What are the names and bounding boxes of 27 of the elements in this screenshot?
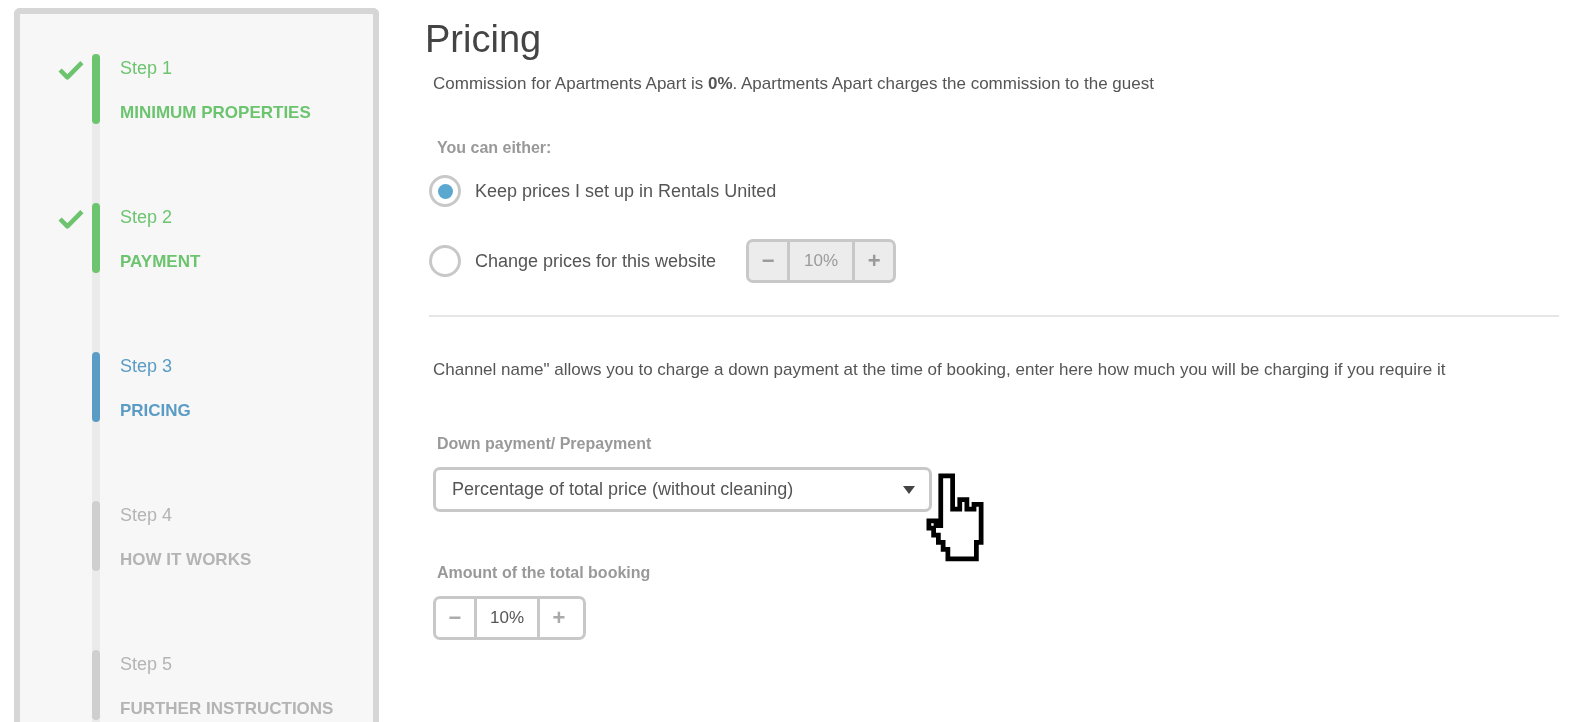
step-label[interactable]: Step 1 (120, 58, 311, 79)
step-title[interactable]: MINIMUM PROPERTIES (120, 103, 311, 123)
amount-stepper[interactable]: − 10% + (433, 596, 586, 640)
caret-icon (903, 485, 915, 494)
stepper-value: 10% (787, 242, 856, 280)
step-title[interactable]: PAYMENT (120, 252, 201, 272)
increment-button[interactable]: + (540, 599, 578, 637)
step-title[interactable]: HOW IT WORKS (120, 550, 252, 570)
step-label[interactable]: Step 2 (120, 207, 201, 228)
field-label: Down payment/ Prepayment (437, 435, 653, 453)
commission-text: Commission for Apartments Apart is 0%. Apartments Apart charges the commission to the guest (432, 73, 1155, 95)
down-payment-dropdown[interactable]: Percentage of total price (without cleaning) (433, 467, 932, 512)
radio-button[interactable] (429, 175, 461, 207)
radio-label[interactable]: Change prices for this website (475, 250, 717, 272)
step-title[interactable]: PRICING (120, 401, 191, 421)
step-label[interactable]: Step 3 (120, 356, 191, 377)
page-heading: Pricing (425, 18, 543, 61)
down-payment-description: Channel name" allows you to charge a down payment at the time of booking, enter here how much you will be charging if you require it (432, 359, 1447, 381)
radio-button[interactable] (429, 245, 461, 277)
field-label: Amount of the total booking (437, 564, 652, 582)
options-label: You can either: (437, 139, 553, 157)
step-label[interactable]: Step 5 (120, 654, 334, 675)
decrement-button[interactable]: − (436, 599, 474, 637)
step-title[interactable]: FURTHER INSTRUCTIONS (120, 699, 334, 719)
stepper-value: 10% (474, 599, 540, 637)
radio-label[interactable]: Keep prices I set up in Rentals United (475, 180, 777, 202)
step-label[interactable]: Step 4 (120, 505, 252, 526)
